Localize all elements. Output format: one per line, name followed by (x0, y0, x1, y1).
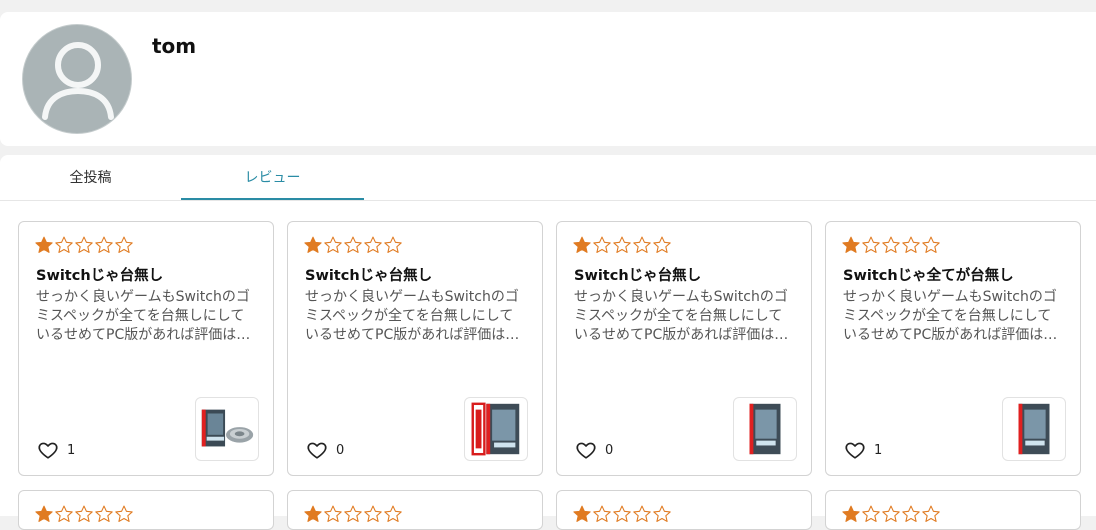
review-card[interactable]: Switchじゃ全てが台無しせっかく良いゲームもSwitchのゴミスペックが全て… (825, 221, 1081, 476)
review-excerpt: せっかく良いゲームもSwitchのゴミスペックが全てを台無しにしているせめてPC… (574, 289, 789, 343)
review-card[interactable] (556, 490, 812, 530)
tab-reviews[interactable]: レビュー (181, 155, 364, 200)
review-title: Switchじゃ台無し (574, 268, 702, 284)
star-filled-icon (35, 236, 53, 253)
review-card[interactable] (18, 490, 274, 530)
review-card[interactable] (287, 490, 543, 530)
heart-icon (845, 442, 865, 459)
rating-stars (303, 235, 403, 255)
rating-stars (34, 504, 134, 524)
star-empty-icon (75, 236, 93, 253)
heart-icon (576, 442, 596, 459)
rating-stars (572, 235, 672, 255)
star-empty-icon (862, 505, 880, 522)
star-empty-icon (862, 236, 880, 253)
user-silhouette-icon (42, 42, 114, 120)
avatar[interactable] (22, 24, 132, 134)
review-card[interactable] (825, 490, 1081, 530)
tab-label: 全投稿 (69, 170, 112, 186)
product-thumbnail[interactable] (733, 397, 797, 461)
rating-stars (572, 504, 672, 524)
star-filled-icon (304, 505, 322, 522)
rating-stars (303, 504, 403, 524)
like-count: 1 (874, 442, 883, 458)
star-empty-icon (55, 236, 73, 253)
star-filled-icon (35, 505, 53, 522)
review-excerpt: せっかく良いゲームもSwitchのゴミスペックが全てを台無しにしているせめてPC… (36, 289, 251, 343)
star-filled-icon (573, 505, 591, 522)
like-count: 0 (336, 442, 345, 458)
star-empty-icon (344, 505, 362, 522)
star-empty-icon (384, 505, 402, 522)
product-thumbnail[interactable] (1002, 397, 1066, 461)
star-empty-icon (633, 505, 651, 522)
star-empty-icon (344, 236, 362, 253)
star-empty-icon (115, 505, 133, 522)
star-empty-icon (55, 505, 73, 522)
review-title: Switchじゃ台無し (36, 268, 164, 284)
tab-bar: 全投稿 レビュー (0, 155, 1096, 201)
rating-stars (34, 235, 134, 255)
star-filled-icon (573, 236, 591, 253)
star-empty-icon (902, 505, 920, 522)
like-button[interactable]: 0 (306, 439, 344, 461)
star-empty-icon (922, 505, 940, 522)
review-card[interactable]: Switchじゃ台無しせっかく良いゲームもSwitchのゴミスペックが全てを台無… (556, 221, 812, 476)
star-empty-icon (922, 236, 940, 253)
star-empty-icon (653, 236, 671, 253)
star-empty-icon (653, 505, 671, 522)
star-empty-icon (324, 236, 342, 253)
star-empty-icon (593, 505, 611, 522)
review-card[interactable]: Switchじゃ台無しせっかく良いゲームもSwitchのゴミスペックが全てを台無… (18, 221, 274, 476)
review-title: Switchじゃ全てが台無し (843, 268, 1014, 284)
rating-stars (841, 504, 941, 524)
star-empty-icon (384, 236, 402, 253)
product-thumbnail[interactable] (464, 397, 528, 461)
rating-stars (841, 235, 941, 255)
star-empty-icon (882, 505, 900, 522)
like-count: 0 (605, 442, 614, 458)
tab-label: レビュー (244, 170, 301, 186)
username: tom (152, 34, 197, 58)
star-empty-icon (364, 236, 382, 253)
star-empty-icon (115, 236, 133, 253)
star-empty-icon (364, 505, 382, 522)
product-thumbnail[interactable] (195, 397, 259, 461)
star-empty-icon (593, 236, 611, 253)
like-button[interactable]: 1 (844, 439, 882, 461)
star-filled-icon (842, 236, 860, 253)
star-empty-icon (613, 236, 631, 253)
star-filled-icon (304, 236, 322, 253)
star-empty-icon (95, 505, 113, 522)
review-excerpt: せっかく良いゲームもSwitchのゴミスペックが全てを台無しにしているせめてPC… (843, 289, 1058, 343)
star-empty-icon (75, 505, 93, 522)
star-empty-icon (882, 236, 900, 253)
like-button[interactable]: 0 (575, 439, 613, 461)
star-filled-icon (842, 505, 860, 522)
like-count: 1 (67, 442, 76, 458)
heart-icon (38, 442, 58, 459)
heart-icon (307, 442, 327, 459)
star-empty-icon (324, 505, 342, 522)
tab-all-posts[interactable]: 全投稿 (0, 155, 181, 199)
star-empty-icon (613, 505, 631, 522)
star-empty-icon (95, 236, 113, 253)
profile-header: tom (0, 12, 1096, 146)
review-card[interactable]: Switchじゃ台無しせっかく良いゲームもSwitchのゴミスペックが全てを台無… (287, 221, 543, 476)
review-title: Switchじゃ台無し (305, 268, 433, 284)
review-excerpt: せっかく良いゲームもSwitchのゴミスペックが全てを台無しにしているせめてPC… (305, 289, 520, 343)
star-empty-icon (902, 236, 920, 253)
like-button[interactable]: 1 (37, 439, 75, 461)
star-empty-icon (633, 236, 651, 253)
